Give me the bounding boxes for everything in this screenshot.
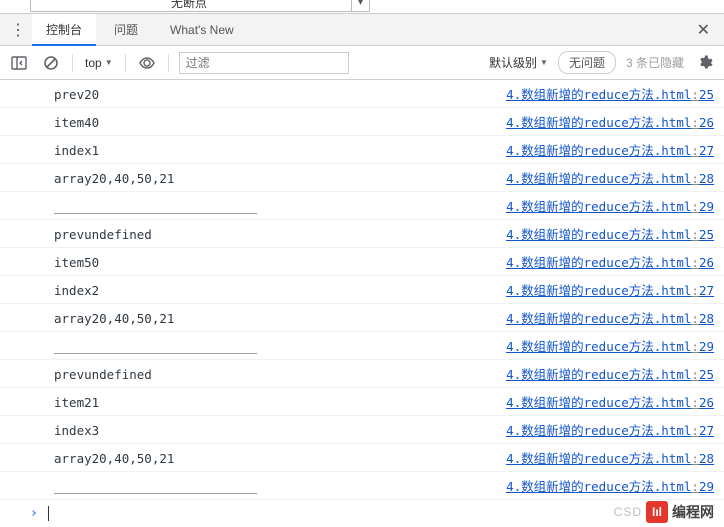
- tab-whatsnew-label: What's New: [170, 23, 234, 37]
- context-selector-label: top: [85, 56, 102, 70]
- console-message: index3: [54, 423, 506, 438]
- caret-icon: [48, 506, 49, 521]
- filter-input[interactable]: [179, 52, 349, 74]
- drawer-tabbar: ⋮ 控制台 问题 What's New ✕: [0, 14, 724, 46]
- console-message: index2: [54, 283, 506, 298]
- console-source-link[interactable]: 4.数组新增的reduce方法.html:29: [506, 196, 714, 215]
- console-source-link[interactable]: 4.数组新增的reduce方法.html:26: [506, 252, 714, 271]
- no-issues-pill[interactable]: 无问题: [558, 51, 616, 74]
- console-source-link[interactable]: 4.数组新增的reduce方法.html:25: [506, 84, 714, 103]
- watermark-csdn: CSD: [614, 505, 642, 519]
- console-source-link[interactable]: 4.数组新增的reduce方法.html:28: [506, 308, 714, 327]
- log-level-label: 默认级别: [489, 54, 537, 71]
- console-source-link[interactable]: 4.数组新增的reduce方法.html:29: [506, 476, 714, 495]
- breakpoint-dropdown[interactable]: 无断点 ▾: [30, 0, 370, 12]
- clear-console-icon[interactable]: [40, 52, 62, 74]
- tab-issues[interactable]: 问题: [100, 14, 152, 46]
- watermark-logo: Iıl: [646, 501, 668, 523]
- console-row: prevundefined4.数组新增的reduce方法.html:25: [0, 360, 724, 388]
- live-expression-icon[interactable]: [136, 52, 158, 74]
- chevron-down-icon: ▼: [540, 58, 548, 67]
- console-toolbar: top ▼ 默认级别 ▼ 无问题 3 条已隐藏: [0, 46, 724, 80]
- console-message: ___________________________: [54, 199, 506, 214]
- console-source-link[interactable]: 4.数组新增的reduce方法.html:27: [506, 420, 714, 439]
- console-message: prevundefined: [54, 367, 506, 382]
- console-row: array20,40,50,214.数组新增的reduce方法.html:28: [0, 304, 724, 332]
- console-message: array20,40,50,21: [54, 311, 506, 326]
- console-row: array20,40,50,214.数组新增的reduce方法.html:28: [0, 444, 724, 472]
- console-log-area: prev204.数组新增的reduce方法.html:25item404.数组新…: [0, 80, 724, 527]
- hidden-count[interactable]: 3 条已隐藏: [626, 54, 684, 71]
- console-source-link[interactable]: 4.数组新增的reduce方法.html:26: [506, 112, 714, 131]
- console-source-link[interactable]: 4.数组新增的reduce方法.html:28: [506, 168, 714, 187]
- console-source-link[interactable]: 4.数组新增的reduce方法.html:27: [506, 280, 714, 299]
- chevron-down-icon: ▾: [351, 0, 369, 11]
- watermark-text: 编程网: [672, 502, 714, 522]
- console-source-link[interactable]: 4.数组新增的reduce方法.html:29: [506, 336, 714, 355]
- console-row: ___________________________4.数组新增的reduce…: [0, 472, 724, 500]
- sidebar-toggle-icon[interactable]: [8, 52, 30, 74]
- console-source-link[interactable]: 4.数组新增的reduce方法.html:25: [506, 224, 714, 243]
- gear-icon[interactable]: [694, 52, 716, 74]
- console-row: prev204.数组新增的reduce方法.html:25: [0, 80, 724, 108]
- kebab-menu-icon[interactable]: ⋮: [8, 20, 28, 40]
- separator: [72, 54, 73, 72]
- console-source-link[interactable]: 4.数组新增的reduce方法.html:26: [506, 392, 714, 411]
- console-row: index34.数组新增的reduce方法.html:27: [0, 416, 724, 444]
- console-message: ___________________________: [54, 479, 506, 494]
- console-message: item40: [54, 115, 506, 130]
- console-message: prevundefined: [54, 227, 506, 242]
- hidden-count-label: 3 条已隐藏: [626, 56, 684, 70]
- console-row: item214.数组新增的reduce方法.html:26: [0, 388, 724, 416]
- separator: [168, 54, 169, 72]
- console-row: index24.数组新增的reduce方法.html:27: [0, 276, 724, 304]
- console-message: ___________________________: [54, 339, 506, 354]
- console-row: prevundefined4.数组新增的reduce方法.html:25: [0, 220, 724, 248]
- tab-console[interactable]: 控制台: [32, 14, 96, 46]
- separator: [125, 54, 126, 72]
- console-message: prev20: [54, 87, 506, 102]
- sources-panel-remnant: 无断点 ▾: [0, 0, 724, 14]
- console-source-link[interactable]: 4.数组新增的reduce方法.html:27: [506, 140, 714, 159]
- console-row: array20,40,50,214.数组新增的reduce方法.html:28: [0, 164, 724, 192]
- tab-issues-label: 问题: [114, 21, 138, 38]
- console-message: array20,40,50,21: [54, 171, 506, 186]
- no-issues-label: 无问题: [569, 56, 605, 70]
- console-row: item404.数组新增的reduce方法.html:26: [0, 108, 724, 136]
- breakpoint-dropdown-text: 无断点: [171, 0, 207, 11]
- console-row: ___________________________4.数组新增的reduce…: [0, 332, 724, 360]
- console-source-link[interactable]: 4.数组新增的reduce方法.html:28: [506, 448, 714, 467]
- console-message: item21: [54, 395, 506, 410]
- console-message: index1: [54, 143, 506, 158]
- chevron-down-icon: ▼: [105, 58, 113, 67]
- watermark: CSD Iıl 编程网: [614, 501, 714, 523]
- tab-console-label: 控制台: [46, 21, 82, 38]
- prompt-chevron-icon: ›: [30, 506, 38, 521]
- context-selector[interactable]: top ▼: [83, 56, 115, 70]
- console-message: item50: [54, 255, 506, 270]
- console-message: array20,40,50,21: [54, 451, 506, 466]
- close-drawer-icon[interactable]: ✕: [691, 20, 716, 40]
- console-source-link[interactable]: 4.数组新增的reduce方法.html:25: [506, 364, 714, 383]
- console-row: ___________________________4.数组新增的reduce…: [0, 192, 724, 220]
- console-row: index14.数组新增的reduce方法.html:27: [0, 136, 724, 164]
- log-level-selector[interactable]: 默认级别 ▼: [489, 54, 548, 71]
- tab-whatsnew[interactable]: What's New: [156, 14, 248, 46]
- console-row: item504.数组新增的reduce方法.html:26: [0, 248, 724, 276]
